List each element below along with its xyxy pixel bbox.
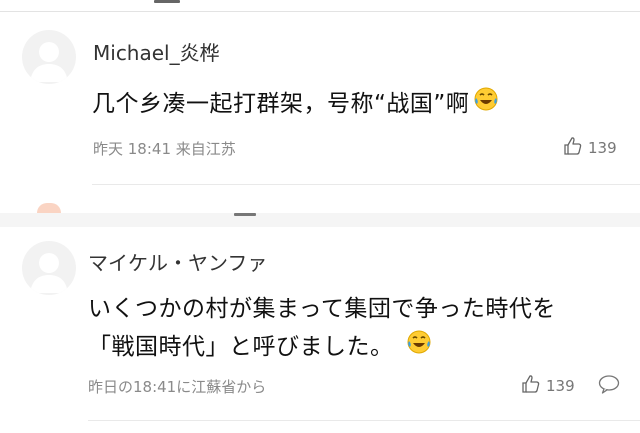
username[interactable]: マイケル・ヤンファ <box>88 247 267 276</box>
section-separator <box>0 213 640 227</box>
comment-divider <box>88 420 640 421</box>
like-count: 139 <box>546 377 575 395</box>
next-avatar-peek <box>37 203 61 213</box>
comment-meta: 昨日の18:41に江蘇省から <box>88 378 267 396</box>
thumbs-up-icon <box>563 136 583 160</box>
comment-meta: 昨天 18:41 来自江苏 <box>93 140 236 158</box>
comment-text-row: 几个乡凑一起打群架，号称“战国”啊 <box>92 84 499 118</box>
speech-bubble-icon <box>598 374 620 398</box>
default-avatar-icon <box>30 253 68 293</box>
avatar[interactable] <box>22 30 76 84</box>
comment-divider <box>92 184 640 185</box>
drag-handle[interactable] <box>154 0 180 3</box>
reply-button[interactable] <box>598 374 620 398</box>
comment-text-line2: 「戦国時代」と呼びました。 <box>88 334 394 360</box>
drag-handle[interactable] <box>234 213 256 216</box>
avatar[interactable] <box>22 241 76 295</box>
thumbs-up-icon <box>521 374 541 398</box>
comment-text-row: 「戦国時代」と呼びました。 <box>88 327 432 361</box>
top-divider <box>0 11 640 12</box>
like-count: 139 <box>588 139 617 157</box>
comment-text-line1: いくつかの村が集まって集団で争った時代を <box>88 296 556 322</box>
username[interactable]: Michael_炎桦 <box>93 37 220 66</box>
laughing-tears-emoji-icon <box>473 86 499 116</box>
default-avatar-icon <box>30 42 68 82</box>
like-button[interactable]: 139 <box>521 374 575 398</box>
like-button[interactable]: 139 <box>563 136 617 160</box>
comment-text: 几个乡凑一起打群架，号称“战国”啊 <box>92 91 470 117</box>
laughing-tears-emoji-icon <box>406 329 432 359</box>
